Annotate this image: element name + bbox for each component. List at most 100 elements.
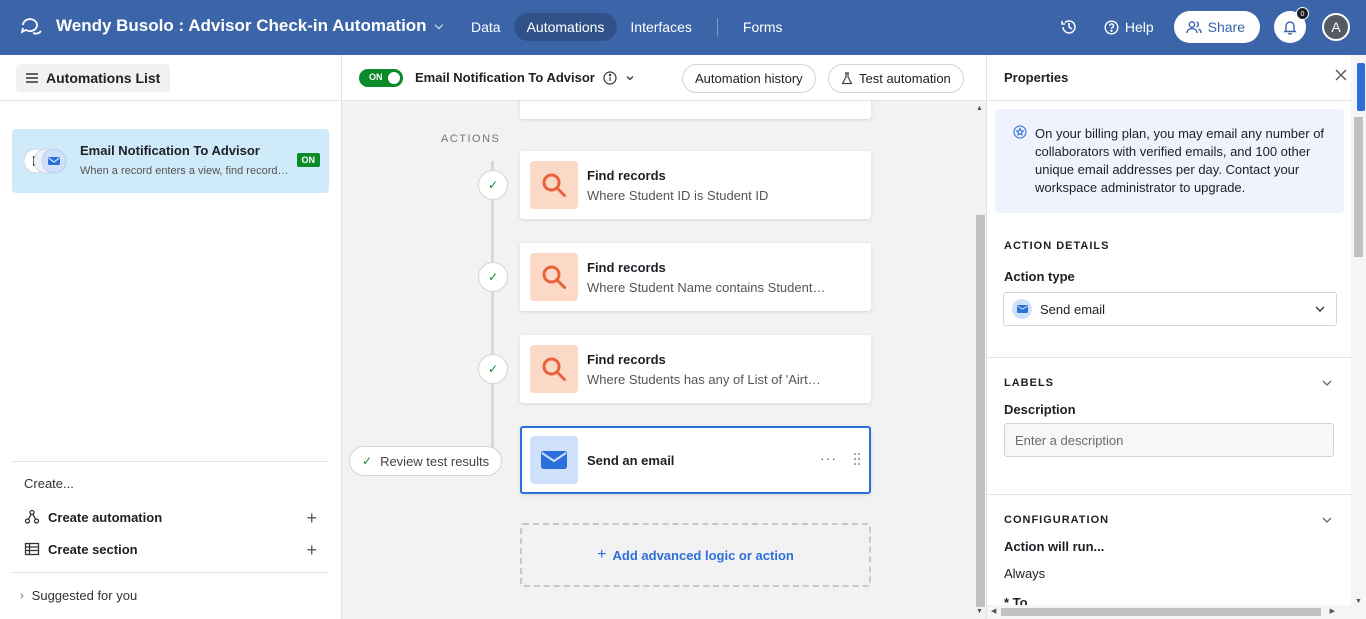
check-icon: ✓ xyxy=(362,454,373,468)
trigger-card[interactable] xyxy=(520,101,871,119)
check-icon: ✓ xyxy=(478,170,508,200)
action-type-label: Action type xyxy=(1004,269,1075,284)
base-title[interactable]: Wendy Busolo : Advisor Check-in Automati… xyxy=(56,16,443,36)
history-icon[interactable] xyxy=(1060,18,1078,36)
chevron-down-icon[interactable] xyxy=(1321,514,1333,526)
tab-data[interactable]: Data xyxy=(458,13,514,41)
people-icon xyxy=(1185,21,1202,34)
toggle-knob xyxy=(388,72,400,84)
flask-icon xyxy=(841,72,853,85)
automation-description: When a record enters a view, find record… xyxy=(80,165,290,177)
billing-notice-text: On your billing plan, you may email any … xyxy=(1035,126,1325,195)
status-badge: ON xyxy=(296,153,320,167)
search-icon xyxy=(530,253,578,301)
canvas-scrollbar[interactable]: ▲ ▼ xyxy=(974,101,986,619)
create-section-button[interactable]: Create section + xyxy=(12,533,329,565)
menu-icon xyxy=(26,73,38,83)
chevron-down-icon[interactable] xyxy=(1321,377,1333,389)
plus-icon[interactable]: + xyxy=(306,540,317,561)
plus-icon: + xyxy=(597,546,607,563)
configuration-heading: CONFIGURATION xyxy=(1004,514,1110,526)
scrollbar-thumb[interactable] xyxy=(976,215,985,607)
section-divider xyxy=(987,357,1351,358)
create-label: Create... xyxy=(24,476,74,491)
action-title: Find records xyxy=(587,260,666,275)
suggested-label: Suggested for you xyxy=(31,588,138,603)
star-badge-icon xyxy=(1013,125,1027,139)
action-card-find-records-2[interactable]: Find records Where Student Name contains… xyxy=(520,243,871,311)
automation-name[interactable]: Email Notification To Advisor xyxy=(415,70,635,85)
scroll-down-icon[interactable]: ▼ xyxy=(1355,598,1362,605)
editor-header: ON Email Notification To Advisor Automat… xyxy=(342,55,986,101)
description-label: Description xyxy=(1004,402,1076,417)
scroll-up-icon[interactable]: ▲ xyxy=(976,105,983,112)
action-title: Find records xyxy=(587,168,666,183)
drag-handle-icon[interactable] xyxy=(853,452,861,466)
suggested-for-you-toggle[interactable]: › Suggested for you xyxy=(12,572,329,603)
close-icon[interactable] xyxy=(1335,69,1347,81)
automation-history-button[interactable]: Automation history xyxy=(682,64,816,93)
info-icon[interactable] xyxy=(603,70,617,85)
action-card-find-records-3[interactable]: Find records Where Students has any of L… xyxy=(520,335,871,403)
share-label: Share xyxy=(1207,19,1245,35)
chevron-down-icon[interactable] xyxy=(625,73,635,83)
more-options-icon[interactable]: ··· xyxy=(820,450,837,466)
automation-toggle[interactable]: ON xyxy=(359,69,403,87)
chat-bubbles-icon[interactable] xyxy=(20,16,44,38)
help-icon xyxy=(1104,19,1119,35)
properties-title: Properties xyxy=(1004,70,1069,85)
test-automation-label: Test automation xyxy=(859,71,951,86)
action-type-select[interactable]: Send email xyxy=(1003,292,1337,326)
add-logic-or-action-button[interactable]: + Add advanced logic or action xyxy=(520,523,871,587)
scrollbar-thumb[interactable] xyxy=(1354,117,1363,257)
tab-interfaces[interactable]: Interfaces xyxy=(617,13,704,41)
action-run-value[interactable]: Always xyxy=(1004,566,1045,581)
chevron-down-icon xyxy=(1315,306,1325,312)
avatar[interactable]: A xyxy=(1322,13,1350,41)
notification-count-badge: 0 xyxy=(1296,7,1309,20)
action-subtitle: Where Student Name contains Student Name xyxy=(587,280,827,295)
review-test-results-button[interactable]: ✓ Review test results xyxy=(349,446,503,476)
create-automation-button[interactable]: Create automation + xyxy=(12,501,329,533)
action-subtitle: Where Students has any of List of 'Airta… xyxy=(587,372,827,387)
automation-list-item[interactable]: Email Notification To Advisor When a rec… xyxy=(12,129,329,193)
review-test-results-label: Review test results xyxy=(380,453,490,469)
action-run-label: Action will run... xyxy=(1004,539,1105,554)
nav-tabs: Data Automations Interfaces Forms xyxy=(458,13,796,41)
automations-sidebar: Automations List Email Notification To A… xyxy=(0,55,342,619)
create-section-label: Create section xyxy=(48,541,138,557)
test-automation-button[interactable]: Test automation xyxy=(828,64,964,93)
scroll-right-icon[interactable]: ▶ xyxy=(1330,607,1335,615)
share-button[interactable]: Share xyxy=(1173,11,1260,43)
automation-name-text: Email Notification To Advisor xyxy=(415,70,595,85)
panel-vertical-scrollbar[interactable]: ▼ xyxy=(1351,55,1366,619)
action-details-heading: ACTION DETAILS xyxy=(1004,240,1110,252)
section-divider xyxy=(987,494,1351,495)
description-input[interactable] xyxy=(1004,423,1334,457)
scrollbar-thumb[interactable] xyxy=(1001,608,1321,616)
scroll-left-icon[interactable]: ◀ xyxy=(991,607,996,615)
automations-list-button[interactable]: Automations List xyxy=(16,64,171,92)
tab-forms[interactable]: Forms xyxy=(730,13,796,41)
scroll-down-icon[interactable]: ▼ xyxy=(976,608,983,615)
panel-resize-handle[interactable] xyxy=(1357,63,1365,111)
labels-heading: LABELS xyxy=(1004,377,1054,389)
automation-steps-icon xyxy=(23,148,67,174)
chevron-down-icon: ⌵ xyxy=(434,19,443,32)
create-section: Create... Create automation + Create sec… xyxy=(12,461,329,565)
action-card-find-records-1[interactable]: Find records Where Student ID is Student… xyxy=(520,151,871,219)
mail-icon xyxy=(1012,299,1032,319)
tab-automations[interactable]: Automations xyxy=(513,13,618,41)
help-button[interactable]: Help xyxy=(1104,19,1154,35)
action-card-send-email[interactable]: Send an email ··· xyxy=(520,426,871,494)
notifications-button[interactable]: 0 xyxy=(1274,7,1309,43)
properties-header: Properties xyxy=(987,55,1351,101)
check-icon: ✓ xyxy=(478,354,508,384)
check-icon: ✓ xyxy=(478,262,508,292)
panel-horizontal-scrollbar[interactable]: ◀ ▶ xyxy=(987,605,1351,619)
bell-icon xyxy=(1283,21,1297,35)
actions-heading: ACTIONS xyxy=(441,133,501,145)
sidebar-divider xyxy=(0,100,341,101)
properties-panel: Properties On your billing plan, you may… xyxy=(986,55,1366,619)
plus-icon[interactable]: + xyxy=(306,508,317,529)
